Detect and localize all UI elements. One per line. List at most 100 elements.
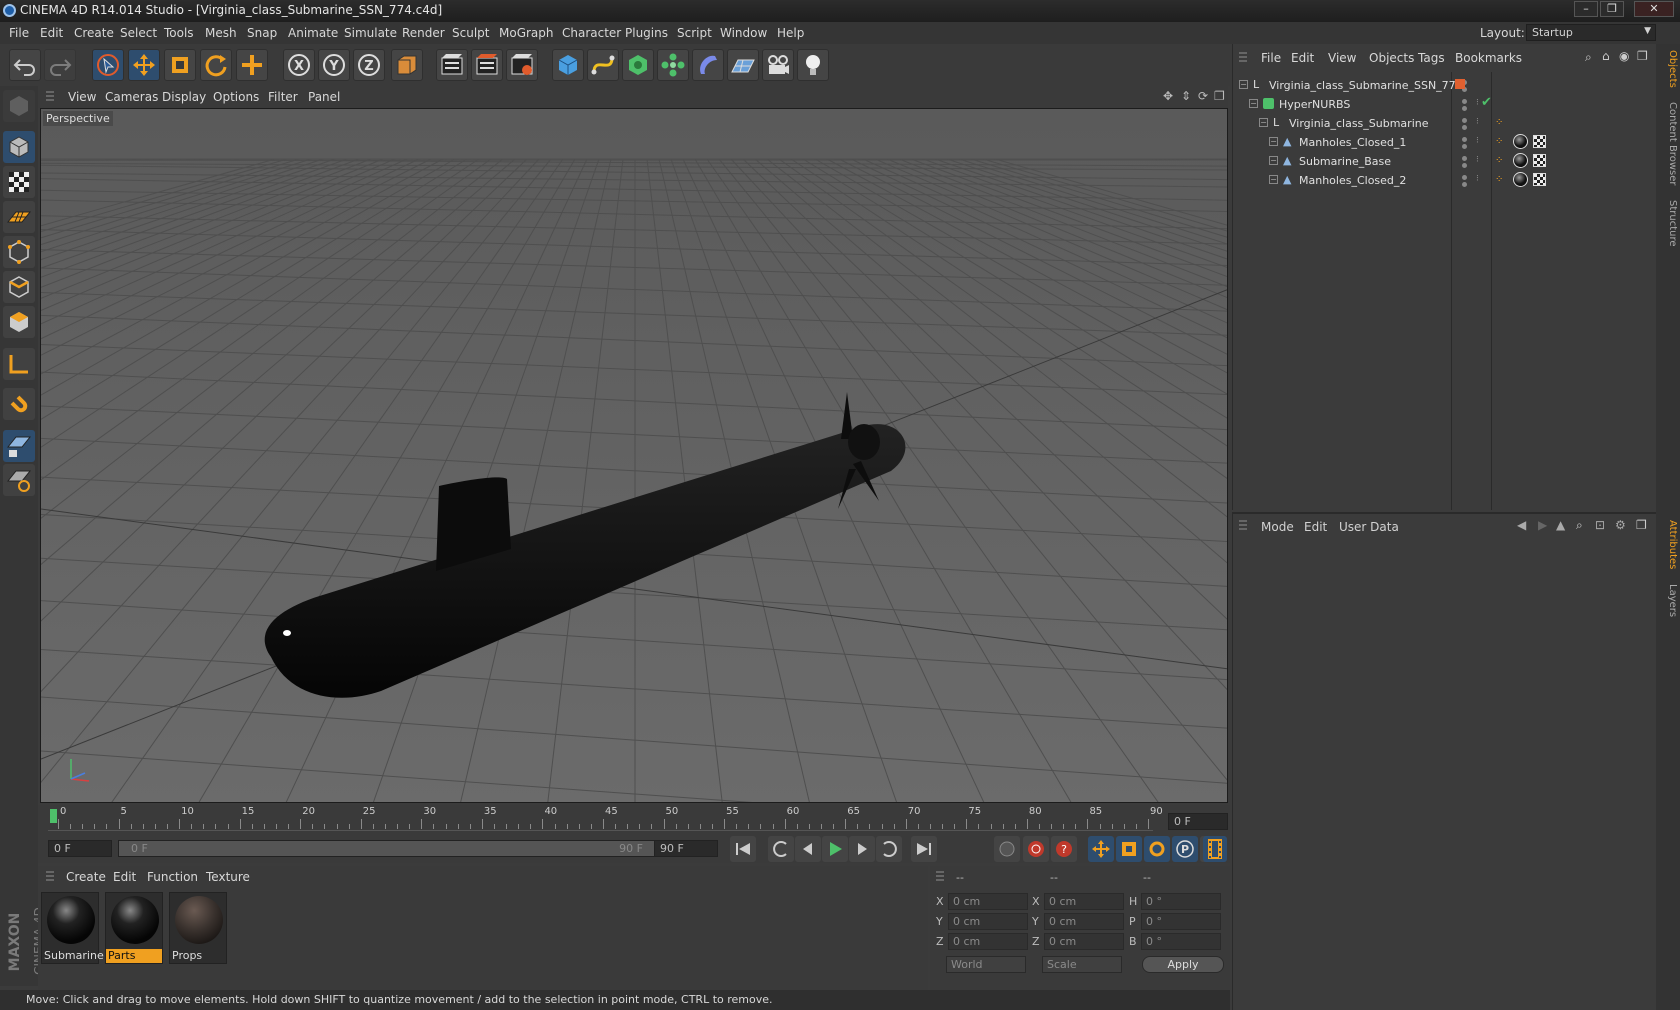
tab-attributes[interactable]: Attributes [1658,520,1678,569]
render-visibility-dot[interactable] [1462,125,1467,130]
workplane-lock-button[interactable] [3,430,35,462]
size-x-field[interactable]: 0 cm [1044,893,1124,910]
menu-character[interactable]: Character [562,26,621,40]
axis-mode-button[interactable] [3,348,35,380]
redo-button[interactable] [44,49,76,81]
menu-animate[interactable]: Animate [288,26,338,40]
phong-tag-icon[interactable]: ⁘ [1495,174,1503,185]
attribute-menu-mode[interactable]: Mode [1261,520,1294,534]
spline-button[interactable] [587,49,619,81]
pos-z-field[interactable]: 0 cm [948,933,1028,950]
rot-p-field[interactable]: 0 ° [1141,913,1221,930]
viewport-orbit-icon[interactable]: ⟳ [1198,89,1208,103]
attribute-menu-edit[interactable]: Edit [1304,520,1327,534]
world-coordinates-button[interactable] [391,49,423,81]
close-button[interactable]: ✕ [1634,1,1674,17]
move-button[interactable] [128,49,160,81]
tree-expand-icon[interactable]: − [1269,137,1278,146]
menu-snap[interactable]: Snap [247,26,277,40]
previous-keyframe-button[interactable] [768,836,794,862]
tree-expand-icon[interactable]: − [1259,118,1268,127]
array-button[interactable] [657,49,689,81]
record-scale-button[interactable] [1116,836,1142,862]
layout-dropdown[interactable]: Startup ▼ [1526,24,1656,41]
material-menu-function[interactable]: Function [147,870,198,884]
viewport-menu-view[interactable]: View [68,90,96,104]
next-frame-button[interactable] [849,836,875,862]
menu-help[interactable]: Help [777,26,804,40]
pos-y-field[interactable]: 0 cm [948,913,1028,930]
editor-visibility-dot[interactable] [1462,118,1467,123]
model-mode-button[interactable] [3,131,35,163]
tab-structure[interactable]: Structure [1658,200,1678,247]
rot-h-field[interactable]: 0 ° [1141,893,1221,910]
new-window-icon[interactable]: ❐ [1637,49,1648,63]
size-y-field[interactable]: 0 cm [1044,913,1124,930]
make-editable-button[interactable] [3,90,35,122]
object-menu-tags[interactable]: Tags [1418,51,1445,65]
undo-button[interactable] [9,49,41,81]
object-menu-objects[interactable]: Objects [1369,51,1414,65]
material-menu-texture[interactable]: Texture [206,870,250,884]
rotate-button[interactable] [200,49,232,81]
viewport-menu-panel[interactable]: Panel [308,90,340,104]
material-menu-edit[interactable]: Edit [113,870,136,884]
menu-select[interactable]: Select [120,26,157,40]
editor-visibility-dot[interactable] [1462,137,1467,142]
object-tree-row[interactable]: − HyperNURBS ⁝ ✔ [1233,95,1657,115]
start-frame-field[interactable]: 0 F [48,840,112,857]
scale-button[interactable] [164,49,196,81]
end-frame-field[interactable]: 90 F [654,840,718,857]
render-visibility-dot[interactable] [1462,182,1467,187]
render-visibility-dot[interactable] [1462,106,1467,111]
object-tree-row[interactable]: − L Virginia_class_Submarine_SSN_774 [1233,76,1657,96]
next-keyframe-button[interactable] [876,836,902,862]
rot-b-field[interactable]: 0 ° [1141,933,1221,950]
home-icon[interactable]: ⌂ [1602,49,1610,63]
apply-button[interactable]: Apply [1142,956,1224,973]
cube-button[interactable] [552,49,584,81]
viewport-zoom-icon[interactable]: ⇕ [1181,89,1191,103]
render-visibility-dot[interactable] [1462,144,1467,149]
back-arrow-icon[interactable]: ◀ [1517,518,1526,532]
workplane-mode-button[interactable] [3,201,35,233]
lock-icon[interactable]: ⊡ [1595,518,1605,532]
record-parameter-button[interactable]: P [1172,836,1198,862]
uvw-tag-icon[interactable] [1533,154,1546,167]
object-tree-row[interactable]: − ▲ Submarine_Base ⁝ ⁘ [1233,152,1657,172]
size-z-field[interactable]: 0 cm [1044,933,1124,950]
menu-tools[interactable]: Tools [164,26,194,40]
material-swatch[interactable]: Parts [105,892,163,964]
preview-range-slider[interactable]: 0 F 90 F [118,840,658,857]
viewport-pan-icon[interactable]: ✥ [1163,89,1173,103]
viewport-menu-options[interactable]: Options [213,90,259,104]
viewport-maximize-icon[interactable]: ❐ [1214,89,1225,103]
menu-sculpt[interactable]: Sculpt [452,26,489,40]
new-window-icon[interactable]: ❐ [1636,518,1647,532]
attribute-menu-user-data[interactable]: User Data [1339,520,1399,534]
locked-workplane-button[interactable] [3,464,35,496]
render-settings-button[interactable] [506,49,538,81]
object-menu-view[interactable]: View [1328,51,1356,65]
uvw-tag-icon[interactable] [1533,135,1546,148]
play-button[interactable] [822,836,848,862]
edges-mode-button[interactable] [3,271,35,303]
camera-button[interactable] [762,49,794,81]
go-to-start-button[interactable] [730,836,756,862]
points-mode-button[interactable] [3,236,35,268]
maximize-button[interactable]: ❐ [1600,1,1624,17]
up-arrow-icon[interactable]: ▲ [1556,518,1565,532]
last-tool-button[interactable] [236,49,268,81]
material-menu-create[interactable]: Create [66,870,106,884]
search-icon[interactable]: ⌕ [1576,518,1583,533]
autokeying-button[interactable]: ? [1051,836,1077,862]
menu-simulate[interactable]: Simulate [344,26,397,40]
tree-expand-icon[interactable]: − [1269,156,1278,165]
tree-expand-icon[interactable]: − [1249,99,1258,108]
deformer-button[interactable] [692,49,724,81]
tree-expand-icon[interactable]: − [1269,175,1278,184]
phong-tag-icon[interactable]: ⁘ [1495,117,1503,128]
floor-button[interactable] [727,49,759,81]
tab-objects[interactable]: Objects [1658,50,1678,88]
timeline-playhead[interactable] [50,809,57,823]
